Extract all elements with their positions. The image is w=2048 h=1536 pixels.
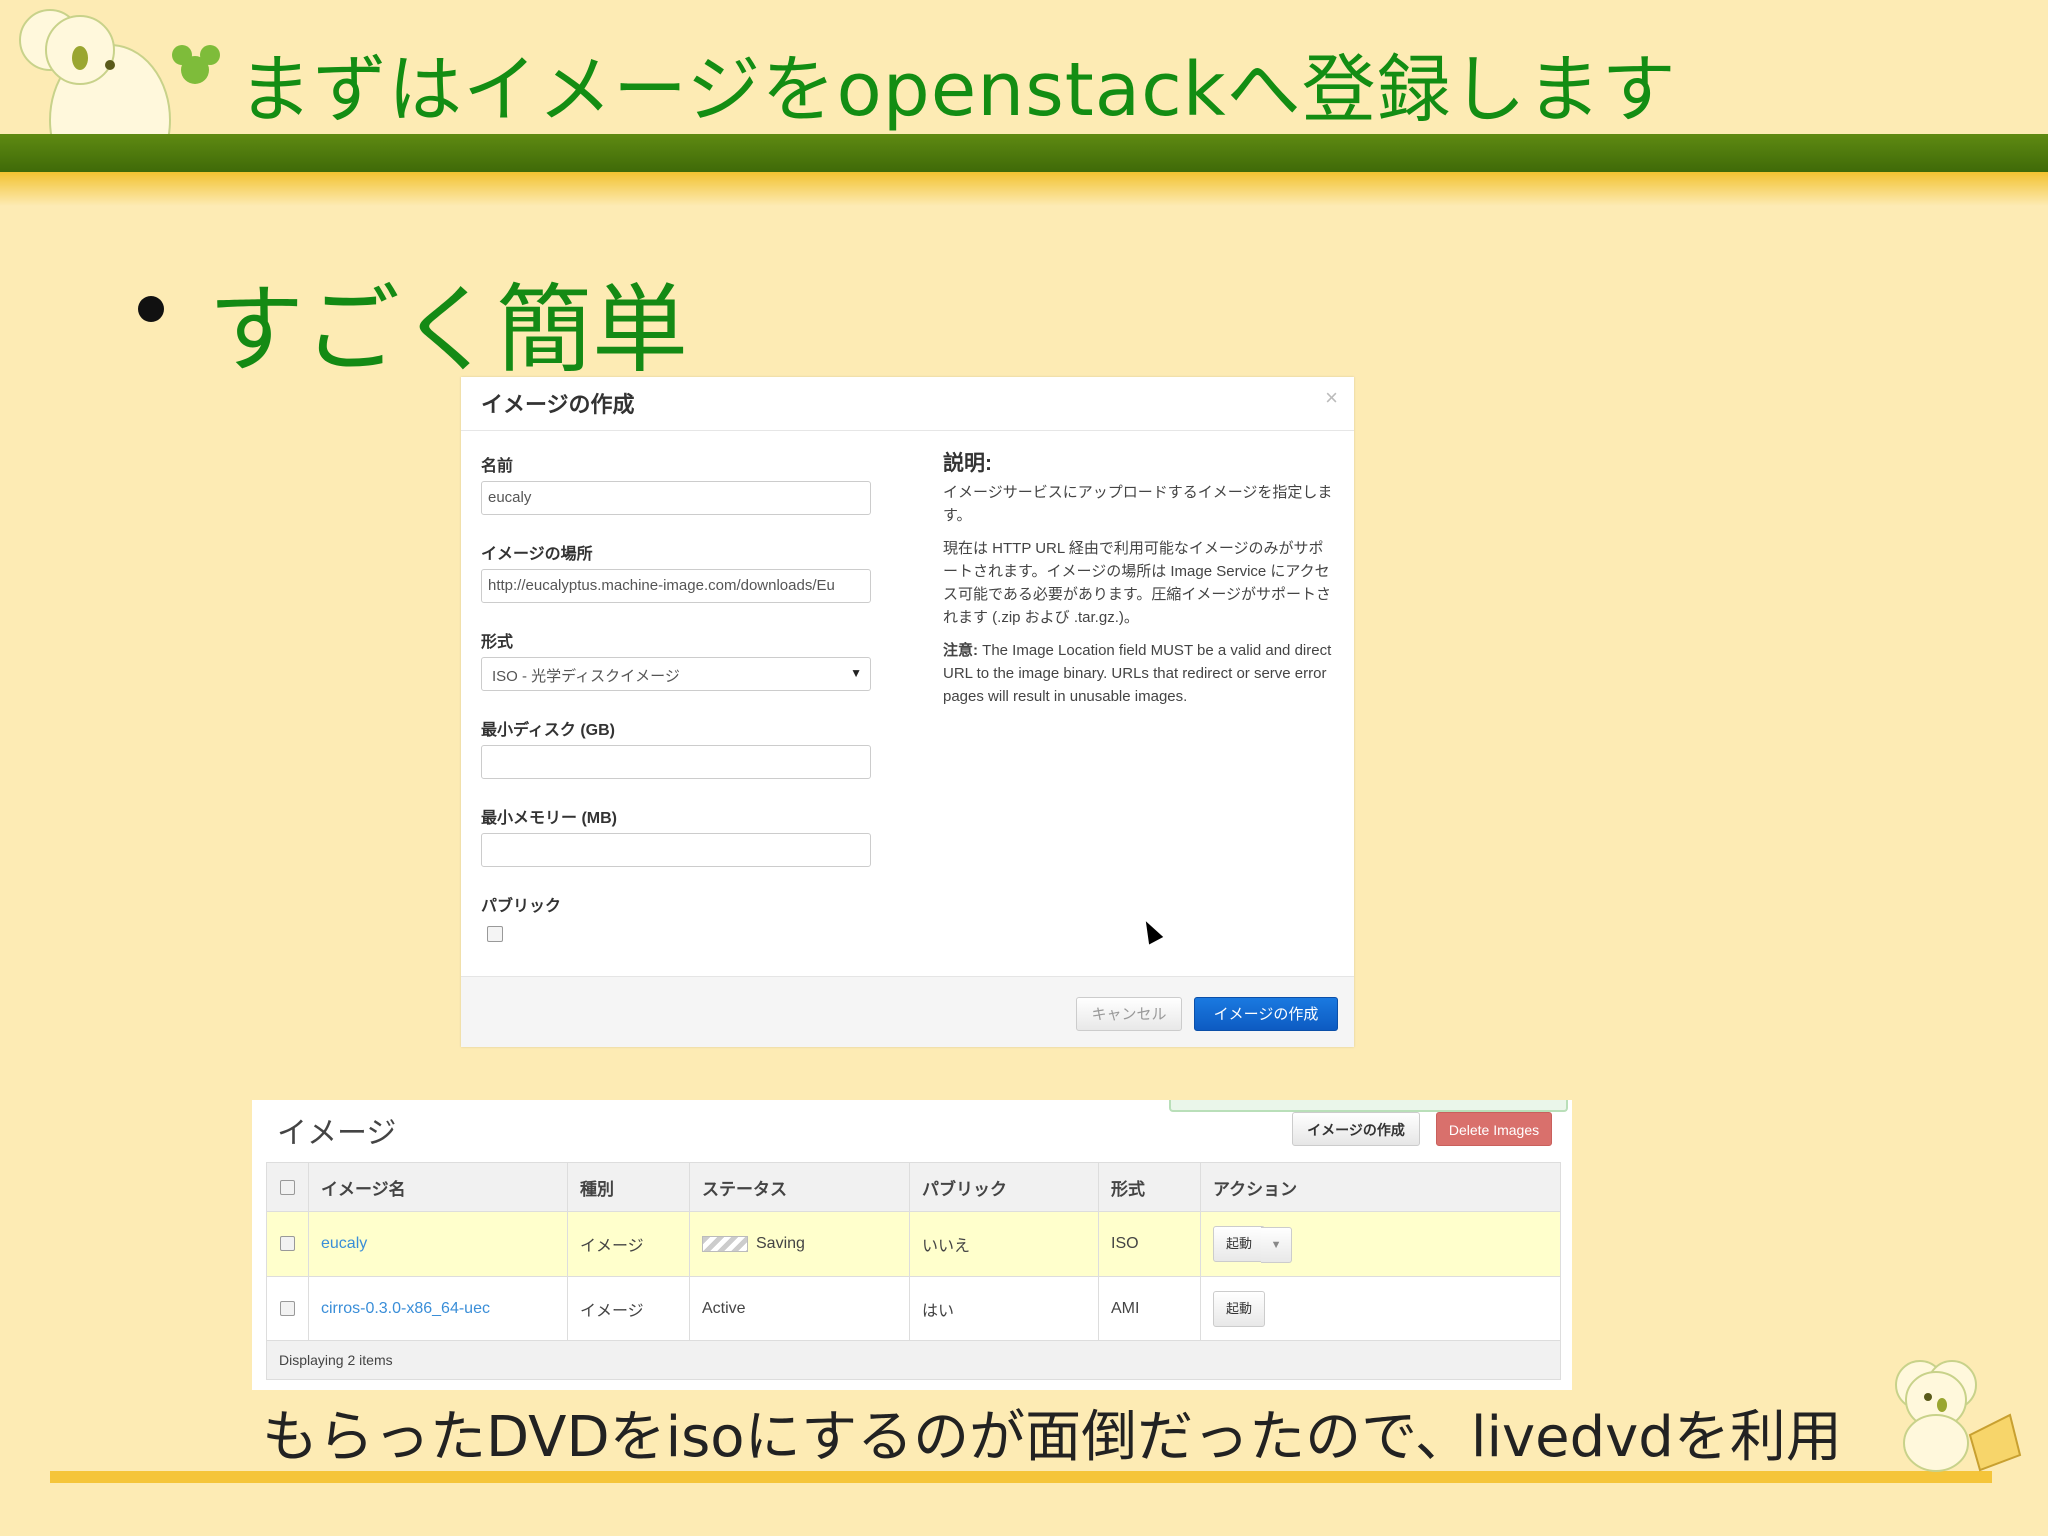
dialog-footer: キャンセル イメージの作成 <box>461 976 1354 1047</box>
help-paragraph-1: イメージサービスにアップロードするイメージを指定します。 <box>943 484 1333 524</box>
create-image-toolbar-button[interactable]: イメージの作成 <box>1292 1112 1420 1146</box>
min-disk-label: 最小ディスク (GB) <box>481 722 615 739</box>
help-panel: 説明: イメージサービスにアップロードするイメージを指定します。 現在は HTT… <box>943 452 1338 718</box>
row-select-cell <box>266 1211 309 1277</box>
column-header[interactable]: ステータス <box>689 1162 910 1212</box>
image-name-link[interactable]: cirros-0.3.0-x86_64-uec <box>321 1300 490 1317</box>
format-select[interactable]: ISO - 光学ディスクイメージ ▼ <box>481 657 871 691</box>
footer-line <box>50 1471 1992 1483</box>
footer-note: もらったDVDをisoにするのが面倒だったので、livedvdを利用 <box>262 1405 1842 1470</box>
min-memory-label: 最小メモリー (MB) <box>481 810 617 827</box>
launch-button[interactable]: 起動 <box>1213 1225 1266 1262</box>
image-status-text: Saving <box>756 1235 805 1252</box>
images-panel-title: イメージ <box>277 1117 397 1150</box>
create-image-button[interactable]: イメージの作成 <box>1194 997 1338 1031</box>
column-header[interactable]: 種別 <box>567 1162 690 1212</box>
image-format-cell: ISO <box>1098 1211 1201 1277</box>
name-input[interactable]: eucaly <box>481 481 871 515</box>
help-paragraph-2: 現在は HTTP URL 経由で利用可能なイメージのみがサポートされます。イメー… <box>943 540 1332 626</box>
table-header-row: イメージ名 種別 ステータス パブリック 形式 アクション <box>266 1162 1561 1212</box>
close-icon[interactable]: × <box>1325 385 1338 411</box>
image-status-cell: Saving <box>689 1211 910 1277</box>
bullet-text: すごく簡単 <box>208 274 688 386</box>
image-name-cell: eucaly <box>308 1211 568 1277</box>
format-select-value: ISO - 光学ディスクイメージ <box>492 668 680 685</box>
select-all-checkbox[interactable] <box>279 1180 295 1196</box>
cancel-button[interactable]: キャンセル <box>1076 997 1182 1031</box>
chevron-down-icon: ▼ <box>850 666 862 680</box>
min-memory-input[interactable] <box>481 833 871 867</box>
slide-title: まずはイメージをopenstackへ登録します <box>238 47 1677 133</box>
help-title: 説明: <box>943 452 992 475</box>
help-note-label: 注意: <box>943 642 978 659</box>
image-public-cell: はい <box>909 1276 1099 1342</box>
name-label: 名前 <box>481 458 514 475</box>
public-checkbox[interactable] <box>487 926 503 942</box>
images-panel: イメージ イメージの作成 Delete Images イメージ名 種別 ステータ… <box>252 1100 1572 1390</box>
table-footer: Displaying 2 items <box>266 1340 1561 1380</box>
image-type-cell: イメージ <box>567 1276 690 1342</box>
chevron-down-icon[interactable]: ▼ <box>1261 1226 1293 1263</box>
public-label: パブリック <box>481 898 562 915</box>
help-note: 注意: The Image Location field MUST be a v… <box>943 639 1338 708</box>
notification-bar <box>1169 1100 1568 1112</box>
image-name-link[interactable]: eucaly <box>321 1235 367 1252</box>
image-type-cell: イメージ <box>567 1211 690 1277</box>
dialog-header: イメージの作成 × <box>461 377 1354 431</box>
row-checkbox[interactable] <box>279 1236 295 1252</box>
image-action-cell: 起動 <box>1200 1276 1561 1342</box>
header-band-fade <box>0 172 2048 206</box>
column-header[interactable]: 形式 <box>1098 1162 1201 1212</box>
select-all-cell <box>266 1162 309 1212</box>
row-select-cell <box>266 1276 309 1342</box>
image-action-cell: 起動 ▼ <box>1200 1211 1561 1277</box>
table-row: eucaly イメージ Saving いいえ ISO 起動 ▼ <box>266 1211 1561 1277</box>
column-header[interactable]: イメージ名 <box>308 1162 568 1212</box>
min-disk-input[interactable] <box>481 745 871 779</box>
progress-bar <box>702 1235 748 1252</box>
header-band <box>0 134 2048 172</box>
help-note-text: The Image Location field MUST be a valid… <box>943 642 1332 705</box>
column-header[interactable]: パブリック <box>909 1162 1099 1212</box>
images-table: イメージ名 種別 ステータス パブリック 形式 アクション eucaly イメー… <box>266 1162 1561 1342</box>
image-status-cell: Active <box>689 1276 910 1342</box>
format-label: 形式 <box>481 634 514 651</box>
bullet-dot <box>138 296 164 322</box>
table-row: cirros-0.3.0-x86_64-uec イメージ Active はい A… <box>266 1276 1561 1342</box>
location-label: イメージの場所 <box>481 546 593 563</box>
dialog-title: イメージの作成 <box>481 392 635 417</box>
delete-images-button[interactable]: Delete Images <box>1436 1112 1552 1146</box>
image-public-cell: いいえ <box>909 1211 1099 1277</box>
image-format-cell: AMI <box>1098 1276 1201 1342</box>
row-checkbox[interactable] <box>279 1301 295 1317</box>
image-name-cell: cirros-0.3.0-x86_64-uec <box>308 1276 568 1342</box>
launch-button[interactable]: 起動 <box>1213 1291 1266 1327</box>
koala-illustration-bottom <box>1895 1360 2022 1472</box>
location-input[interactable]: http://eucalyptus.machine-image.com/down… <box>481 569 871 603</box>
create-image-dialog: イメージの作成 × 名前 eucaly イメージの場所 http://eucal… <box>461 377 1354 1047</box>
column-header: アクション <box>1200 1162 1561 1212</box>
